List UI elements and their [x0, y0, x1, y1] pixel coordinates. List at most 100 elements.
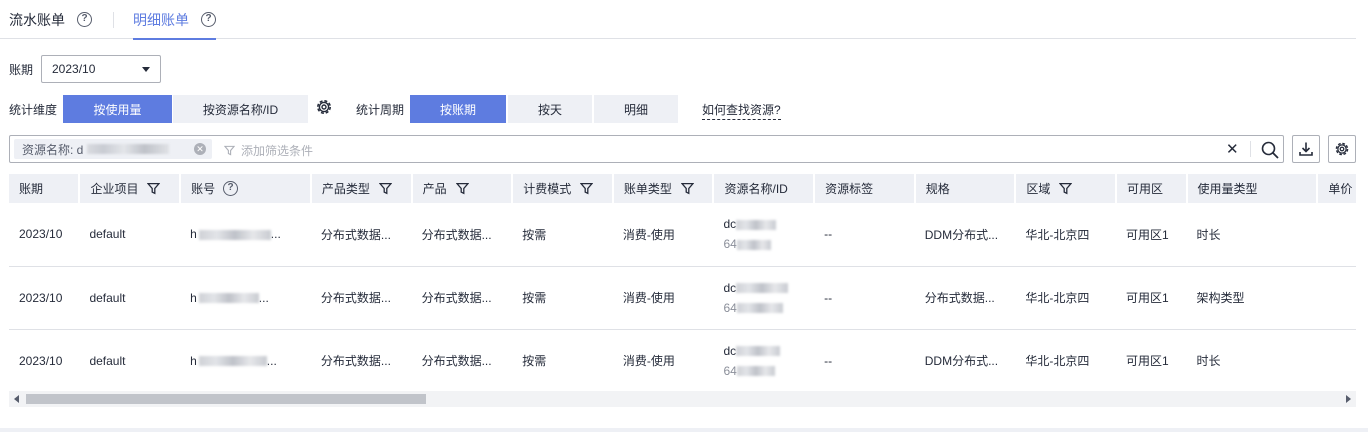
column-header-label: 账号	[191, 182, 216, 196]
redacted-text	[736, 240, 771, 251]
account-text: h	[190, 290, 197, 305]
column-header-label: 账期	[19, 182, 44, 196]
filter-chip-label: 资源名称: d	[22, 142, 84, 157]
funnel-icon[interactable]	[455, 182, 469, 195]
resource-cell: dc 64	[723, 214, 814, 254]
cycle-by-period-button[interactable]: 按账期	[410, 95, 506, 123]
cell-bill-type: 消费-使用	[612, 203, 714, 267]
table-header-row: 账期 企业项目 账号? 产品类型 产品 计费模式 账单类型 资源名称/ID 资源标签 规格 区域 可用…	[9, 174, 1356, 203]
redacted-text	[87, 144, 170, 154]
cell-az: 可用区1	[1116, 203, 1187, 267]
period-select[interactable]: 2023/10	[41, 55, 161, 83]
column-header: 资源名称/ID	[713, 174, 816, 203]
cell-resource: dc 64	[713, 266, 815, 330]
cell-resource: dc 64	[713, 329, 815, 390]
help-icon[interactable]: ?	[77, 12, 92, 27]
column-header-label: 规格	[925, 182, 950, 196]
help-icon[interactable]: ?	[201, 12, 216, 27]
column-header-label: 资源名称/ID	[724, 182, 788, 196]
redacted-text	[198, 293, 259, 304]
period-label: 账期	[9, 63, 34, 77]
ellipsis: ...	[270, 227, 281, 242]
column-header-label: 计费模式	[523, 182, 572, 196]
cell-region: 华北-北京四	[1015, 266, 1117, 330]
add-filter-input[interactable]: 添加筛选条件	[224, 142, 313, 159]
chevron-down-icon	[142, 67, 150, 72]
cell-billing-mode: 按需	[512, 266, 613, 330]
redacted-text	[736, 283, 789, 294]
find-resource-link[interactable]: 如何查找资源?	[702, 101, 781, 120]
cell-bill-type: 消费-使用	[612, 266, 714, 330]
search-icon[interactable]	[1260, 140, 1280, 160]
funnel-icon[interactable]	[147, 182, 161, 195]
table-row[interactable]: 2023/10 default h... 分布式数据... 分布式数据... 按需 消费-使…	[9, 203, 1356, 267]
filter-chip[interactable]: 资源名称: d ✕	[14, 139, 212, 159]
scroll-left-icon[interactable]	[14, 395, 19, 403]
cell-resource: dc 64	[713, 203, 815, 267]
cell-usage-type: 架构类型	[1186, 266, 1318, 330]
cell-spec: 分布式数据...	[914, 266, 1016, 330]
funnel-icon[interactable]	[1059, 182, 1073, 195]
cell-unit-price: 3.	[1317, 329, 1356, 390]
gear-icon[interactable]	[314, 97, 334, 117]
tab-transaction-bill[interactable]: 流水账单 ?	[9, 0, 92, 39]
cell-enterprise: default	[79, 329, 181, 390]
tab-detail-bill[interactable]: 明细账单 ?	[133, 0, 216, 40]
download-button[interactable]	[1292, 135, 1320, 163]
cell-usage-type: 时长	[1186, 203, 1318, 267]
cell-tags: --	[814, 203, 915, 267]
cell-billing-mode: 按需	[512, 329, 613, 390]
funnel-icon[interactable]	[378, 182, 392, 195]
funnel-icon[interactable]	[680, 182, 694, 195]
table-row[interactable]: 2023/10 default h... 分布式数据... 分布式数据... 按需 消费-使…	[9, 266, 1356, 330]
cycle-detail-button[interactable]: 明细	[594, 95, 678, 123]
cell-region: 华北-北京四	[1015, 203, 1117, 267]
filter-divider	[1250, 141, 1251, 157]
horizontal-scrollbar[interactable]	[9, 391, 1356, 407]
cell-product: 分布式数据...	[411, 203, 513, 267]
redacted-text	[198, 230, 271, 241]
funnel-icon	[224, 145, 235, 156]
cell-product-type: 分布式数据...	[310, 329, 412, 390]
scroll-right-icon[interactable]	[1346, 395, 1351, 403]
ellipsis: ...	[266, 353, 277, 368]
cell-enterprise: default	[79, 203, 181, 267]
settings-icon	[1335, 142, 1349, 156]
redacted-text	[736, 346, 781, 357]
funnel-icon[interactable]	[580, 182, 594, 195]
redacted-text	[736, 220, 777, 231]
resource-name[interactable]: dc	[723, 344, 736, 358]
filter-placeholder-text: 添加筛选条件	[241, 144, 314, 158]
tab-label: 流水账单	[9, 11, 65, 28]
column-header: 产品类型	[310, 174, 413, 203]
close-icon[interactable]: ✕	[1226, 140, 1239, 158]
dimension-by-resource-button[interactable]: 按资源名称/ID	[173, 95, 308, 123]
resource-name[interactable]: dc	[723, 217, 736, 231]
filter-bar[interactable]: 资源名称: d ✕ 添加筛选条件 ✕	[9, 135, 1284, 163]
resource-name[interactable]: dc	[723, 281, 736, 295]
help-icon[interactable]: ?	[223, 181, 239, 196]
cell-tags: --	[814, 266, 915, 330]
column-header: 账期	[9, 174, 81, 203]
cell-account: h...	[180, 203, 311, 267]
cell-spec: DDM分布式...	[914, 329, 1016, 390]
cell-period: 2023/10	[9, 266, 80, 330]
cell-az: 可用区1	[1116, 329, 1187, 390]
redacted-text	[198, 356, 267, 367]
column-header-label: 单价	[1328, 182, 1353, 196]
table-row[interactable]: 2023/10 default h... 分布式数据... 分布式数据... 按需 消费-使…	[9, 329, 1356, 390]
cell-billing-mode: 按需	[512, 203, 613, 267]
cell-product-type: 分布式数据...	[310, 203, 412, 267]
cell-region: 华北-北京四	[1015, 329, 1117, 390]
cycle-label: 统计周期	[356, 103, 405, 117]
column-header-label: 企业项目	[90, 182, 139, 196]
column-header: 资源标签	[814, 174, 916, 203]
resource-id: 64	[723, 300, 737, 315]
scrollbar-thumb[interactable]	[26, 394, 426, 404]
column-header-label: 区域	[1026, 182, 1051, 196]
column-header-label: 产品	[422, 182, 447, 196]
table-settings-button[interactable]	[1328, 135, 1356, 163]
cycle-by-day-button[interactable]: 按天	[508, 95, 592, 123]
dimension-by-usage-button[interactable]: 按使用量	[63, 95, 172, 123]
close-icon[interactable]: ✕	[194, 143, 206, 155]
